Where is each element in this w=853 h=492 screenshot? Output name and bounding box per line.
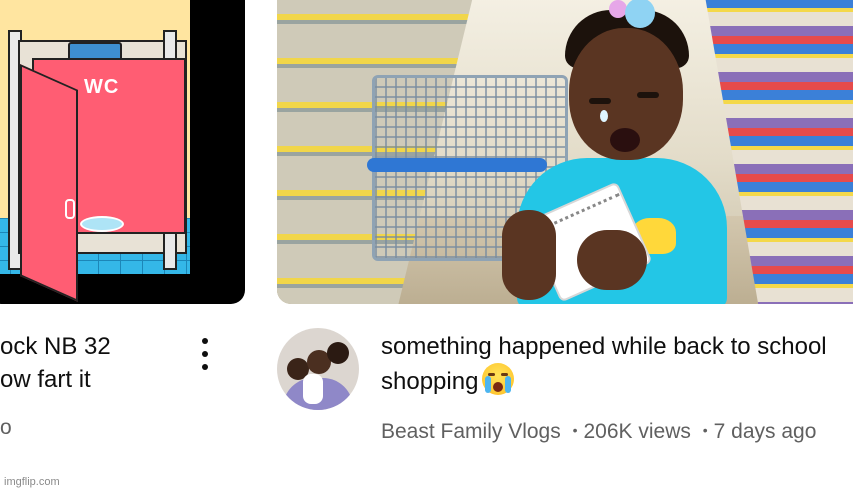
- meta-separator: •: [702, 422, 708, 438]
- right-video-title[interactable]: something happened while back to school …: [381, 330, 851, 398]
- toon-door-knob: [65, 199, 75, 219]
- channel-name[interactable]: Beast Family Vlogs: [381, 420, 561, 443]
- toon-wc-sign: WC: [84, 76, 120, 98]
- girl-mouth: [610, 128, 640, 152]
- right-video-thumbnail[interactable]: [277, 0, 853, 304]
- girl-eye: [637, 92, 659, 98]
- left-video-thumbnail[interactable]: WC: [0, 0, 245, 304]
- right-title-text: something happened while back to school …: [381, 333, 827, 395]
- left-title-line1: ock NB 32: [0, 333, 111, 360]
- girl-arm: [502, 210, 556, 300]
- right-video-meta: Beast Family Vlogs • 206K views • 7 days a…: [381, 415, 841, 447]
- left-video-title[interactable]: ock NB 32 ow fart it: [0, 330, 111, 396]
- view-count: 206K views: [583, 420, 691, 443]
- loudly-crying-face-icon: [482, 363, 515, 395]
- left-title-line2: ow fart it: [0, 366, 91, 393]
- watermark: imgflip.com: [4, 476, 60, 488]
- upload-age: 7 days ago: [713, 420, 817, 443]
- toon-open-door: [20, 64, 78, 302]
- cart-handle: [367, 158, 547, 172]
- kebab-menu-icon[interactable]: [193, 334, 217, 374]
- left-video-meta: o: [0, 416, 12, 439]
- channel-avatar[interactable]: [277, 328, 359, 410]
- toon-puddle: [80, 216, 124, 232]
- girl-hand: [577, 230, 647, 290]
- meta-separator: •: [572, 422, 578, 438]
- girl-tear: [600, 110, 608, 122]
- girl-eye: [589, 98, 611, 104]
